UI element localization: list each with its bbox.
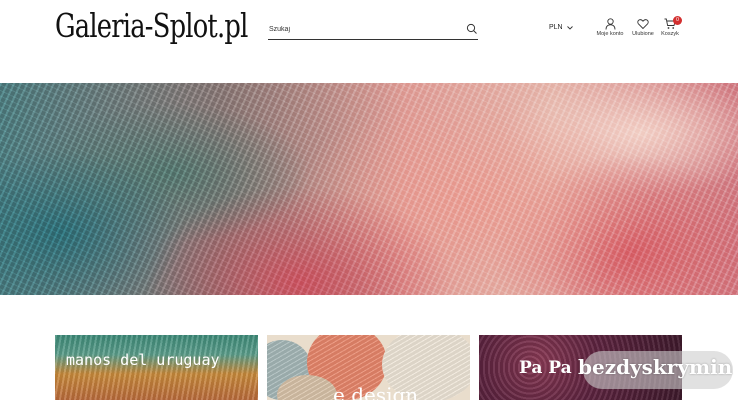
- site-logo[interactable]: Galeria-Splot.pl: [55, 6, 248, 45]
- user-icon: [605, 18, 615, 30]
- category-tile-manos-del-uruguay[interactable]: manos del uruguay: [55, 335, 258, 400]
- heart-icon: [637, 19, 649, 30]
- cart-button[interactable]: 0 Koszyk: [659, 16, 682, 37]
- category-tile-label: e design: [333, 383, 419, 400]
- wishlist-label: Ulubione: [632, 31, 654, 37]
- currency-selector[interactable]: PLN: [549, 24, 573, 31]
- currency-label: PLN: [549, 24, 563, 31]
- category-tile-e-design[interactable]: e design: [267, 335, 470, 400]
- knitted-mohair-photo: [0, 83, 738, 295]
- category-tile-label: Pa Pa: [519, 358, 572, 378]
- cart-label: Koszyk: [661, 31, 679, 37]
- cart-count-badge: 0: [673, 16, 682, 25]
- search-input[interactable]: [268, 21, 460, 37]
- account-label: Moje konto: [596, 31, 624, 37]
- wishlist-button[interactable]: Ulubione: [629, 18, 657, 37]
- hero-banner[interactable]: [0, 83, 738, 295]
- chevron-down-icon: [566, 25, 573, 30]
- site-header: Galeria-Splot.pl PLN Moje konto Ulubione: [0, 0, 738, 80]
- account-button[interactable]: Moje konto: [594, 18, 626, 37]
- search-bar[interactable]: [268, 20, 478, 40]
- watermark-text: bezdyskrymin: [578, 355, 733, 379]
- category-tile-label: manos del uruguay: [66, 351, 220, 369]
- search-icon[interactable]: [466, 23, 478, 35]
